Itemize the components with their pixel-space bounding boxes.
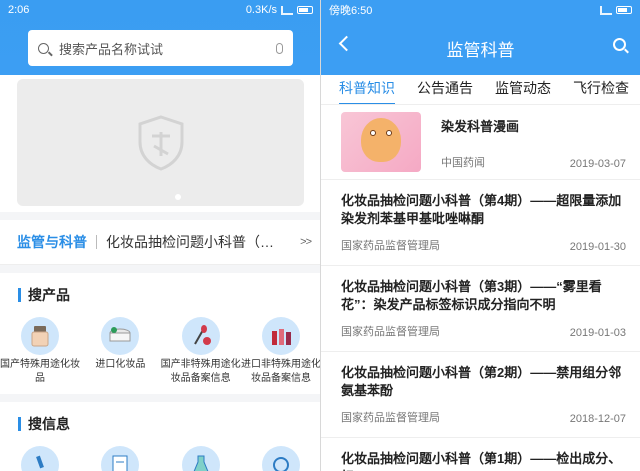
left-screen: 2:06 0.3K/s 搜索产品名称试试 监管与科普 化妆品抽检问题小科普（… …: [0, 0, 321, 471]
banner-carousel[interactable]: [17, 79, 304, 206]
grid-item-info-1[interactable]: [0, 446, 80, 471]
info-grid: [0, 446, 321, 471]
grid-item-imported-nonspecial[interactable]: 进口非特殊用途化妆品备案信息: [241, 317, 321, 386]
article-source: 国家药品监督管理局: [341, 240, 440, 252]
status-bar: 2:06 0.3K/s: [0, 0, 321, 20]
info-icon: [261, 446, 300, 471]
search-input[interactable]: 搜索产品名称试试: [28, 30, 293, 66]
article-title: 化妆品抽检问题小科普（第4期）——超限量添加染发剂苯基甲基吡唑啉酮: [341, 193, 622, 226]
carousel-dot[interactable]: [175, 194, 181, 200]
tab-bar: 科普知识 公告通告 监管动态 飞行检查 通: [321, 75, 640, 105]
section-title-text: 搜产品: [28, 287, 70, 303]
grid-item-label: 国产特殊用途化妆品: [0, 359, 80, 384]
status-icons: 0.3K/s: [246, 4, 313, 16]
brush-icon: [181, 317, 220, 355]
tab-flight-inspection[interactable]: 飞行检查: [573, 75, 629, 104]
network-speed: 0.3K/s: [245, 4, 277, 16]
more-link[interactable]: >>: [300, 236, 312, 248]
grid-item-label: 进口非特殊用途化妆品备案信息: [240, 359, 321, 384]
signal-icon: [600, 5, 612, 15]
shield-logo-icon: [138, 114, 183, 171]
article-date: 2019-03-07: [569, 158, 626, 170]
grid-item-info-4[interactable]: [241, 446, 321, 471]
grid-item-domestic-nonspecial[interactable]: 国产非特殊用途化妆品备案信息: [161, 317, 241, 386]
cream-jar-icon: [101, 317, 140, 355]
article-title: 染发科普漫画: [441, 119, 520, 134]
section-title-text: 搜信息: [28, 416, 70, 432]
grid-item-label: 进口化妆品: [95, 359, 146, 370]
search-products-section: 搜产品 国产特殊用途化妆品 进口化妆品 国产非特殊用途化妆品备案信息 进口非特殊…: [0, 273, 321, 394]
section-marker: [18, 288, 21, 302]
tab-regulatory-news[interactable]: 监管动态: [495, 75, 551, 104]
grid-item-imported[interactable]: 进口化妆品: [80, 317, 160, 386]
grid-item-info-2[interactable]: [80, 446, 160, 471]
right-screen: 傍晚6:50 监管科普 科普知识 公告通告 监管动态 飞行检查 通 染发科普漫画…: [321, 0, 640, 471]
microphone-icon[interactable]: [276, 42, 283, 54]
grid-item-info-3[interactable]: [161, 446, 241, 471]
article-source: 国家药品监督管理局: [341, 326, 440, 338]
page-title: 监管科普: [446, 41, 515, 60]
article-item[interactable]: 化妆品抽检问题小科普（第3期）——“雾里看花”：染发产品标签标识成分指向不明 国…: [321, 266, 640, 352]
search-placeholder: 搜索产品名称试试: [59, 41, 164, 57]
news-strip[interactable]: 监管与科普 化妆品抽检问题小科普（… >>: [0, 220, 321, 265]
left-header: 2:06 0.3K/s 搜索产品名称试试: [0, 0, 321, 75]
status-time: 2:06: [8, 4, 30, 16]
battery-icon: [297, 6, 313, 14]
article-thumbnail: [341, 112, 421, 172]
search-icon[interactable]: [613, 38, 626, 51]
article-item[interactable]: 化妆品抽检问题小科普（第2期）——禁用组分邻氨基苯酚 国家药品监督管理局 201…: [321, 352, 640, 438]
banner-area: [0, 75, 321, 212]
product-grid: 国产特殊用途化妆品 进口化妆品 国产非特殊用途化妆品备案信息 进口非特殊用途化妆…: [0, 317, 321, 394]
tab-science[interactable]: 科普知识: [339, 75, 395, 104]
news-ticker[interactable]: 化妆品抽检问题小科普（…: [106, 232, 292, 252]
article-item[interactable]: 染发科普漫画 中国药闻 2019-03-07: [321, 105, 640, 180]
article-source: 国家药品监督管理局: [341, 412, 440, 424]
news-tag: 监管与科普: [17, 234, 87, 250]
article-date: 2018-12-07: [569, 413, 626, 425]
search-info-section: 搜信息: [0, 402, 321, 471]
article-date: 2019-01-30: [569, 241, 626, 253]
signal-icon: [281, 5, 293, 15]
article-title: 化妆品抽检问题小科普（第1期）——检出成分、标: [341, 451, 622, 471]
flask-icon: [181, 446, 220, 471]
section-title: 搜产品: [0, 273, 321, 317]
microscope-icon: [21, 446, 59, 471]
article-date: 2019-01-03: [569, 327, 626, 339]
grid-item-label: 国产非特殊用途化妆品备案信息: [160, 359, 241, 384]
article-title: 化妆品抽检问题小科普（第2期）——禁用组分邻氨基苯酚: [341, 365, 622, 398]
section-marker: [18, 417, 21, 431]
section-title: 搜信息: [0, 402, 321, 446]
status-bar: 傍晚6:50: [321, 0, 640, 20]
foundation-bottle-icon: [21, 317, 59, 355]
battery-icon: [616, 6, 632, 14]
grid-item-domestic-special[interactable]: 国产特殊用途化妆品: [0, 317, 80, 386]
status-icons: [600, 5, 632, 15]
document-icon: [101, 446, 140, 471]
article-title: 化妆品抽检问题小科普（第3期）——“雾里看花”：染发产品标签标识成分指向不明: [341, 279, 602, 312]
search-icon: [38, 42, 49, 54]
article-item[interactable]: 化妆品抽检问题小科普（第1期）——检出成分、标: [321, 438, 640, 471]
divider: [96, 235, 97, 249]
article-source: 中国药闻: [441, 157, 485, 169]
tab-announcements[interactable]: 公告通告: [417, 75, 473, 104]
lipstick-icon: [261, 317, 300, 355]
article-item[interactable]: 化妆品抽检问题小科普（第4期）——超限量添加染发剂苯基甲基吡唑啉酮 国家药品监督…: [321, 180, 640, 266]
status-time: 傍晚6:50: [329, 5, 373, 17]
right-header: 傍晚6:50 监管科普: [321, 0, 640, 75]
